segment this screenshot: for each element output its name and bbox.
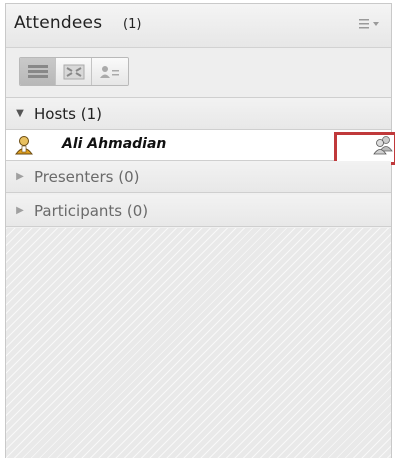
host-role-icon[interactable] <box>373 135 393 155</box>
section-participants-label: Participants (0) <box>34 201 149 220</box>
attendee-row[interactable]: Ali Ahmadian <box>6 130 395 165</box>
section-presenters-label: Presenters (0) <box>34 167 140 186</box>
pod-title-bar: Attendees (1) <box>6 4 391 48</box>
section-participants[interactable]: ▶ Participants (0) <box>6 195 391 227</box>
attendees-pod: Attendees (1) ▼ Hosts (1) Ali Ahmadian ▶… <box>5 3 395 458</box>
view-toolbar <box>6 48 391 98</box>
section-hosts-label: Hosts (1) <box>34 104 102 123</box>
host-avatar-icon <box>14 135 34 155</box>
expand-arrow-icon: ▼ <box>16 108 24 119</box>
attendee-name: Ali Ahmadian <box>62 136 167 152</box>
list-view-icon <box>27 64 48 78</box>
list-view-button[interactable] <box>20 58 56 85</box>
fullscreen-view-icon <box>63 64 84 79</box>
collapse-arrow-icon: ▶ <box>16 171 24 182</box>
section-hosts[interactable]: ▼ Hosts (1) <box>6 98 391 130</box>
empty-list-area <box>6 228 391 458</box>
pod-title: Attendees <box>14 13 103 33</box>
section-presenters[interactable]: ▶ Presenters (0) <box>6 161 391 193</box>
attendee-status-view-button[interactable] <box>92 58 128 85</box>
view-switcher <box>19 57 129 86</box>
attendee-status-view-icon <box>100 65 119 78</box>
attendee-count: (1) <box>123 17 142 32</box>
fullscreen-view-button[interactable] <box>56 58 92 85</box>
options-menu-icon[interactable] <box>359 16 381 30</box>
collapse-arrow-icon: ▶ <box>16 205 24 216</box>
